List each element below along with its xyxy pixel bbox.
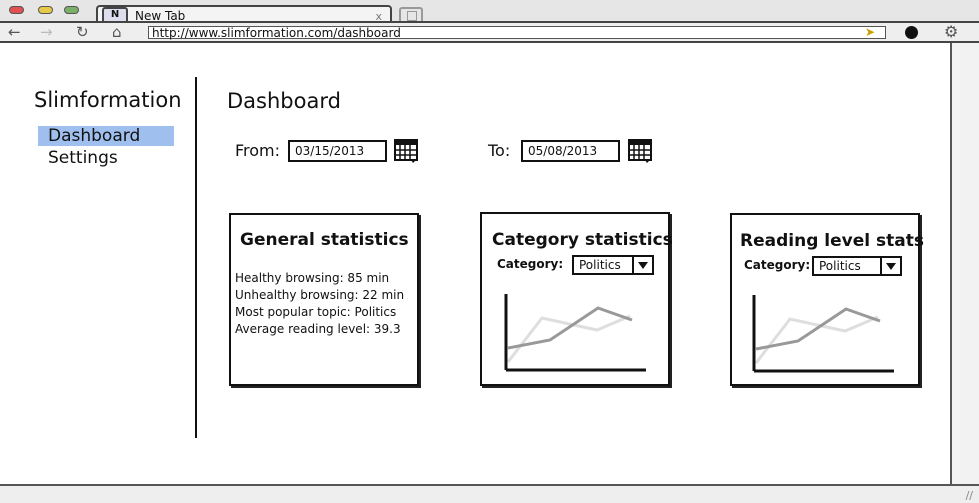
from-label: From: <box>235 141 281 160</box>
url-text: http://www.slimformation.com/dashboard <box>152 26 401 40</box>
extension-icon[interactable] <box>905 26 918 39</box>
forward-icon[interactable]: → <box>40 23 53 41</box>
reading-category-filter-label: Category: <box>744 258 811 272</box>
sidebar-item-dashboard[interactable]: Dashboard <box>38 126 174 146</box>
reading-category-select[interactable]: Politics <box>812 256 902 276</box>
stat-unhealthy-browsing: Unhealthy browsing: 22 min <box>235 288 405 302</box>
chevron-down-icon[interactable] <box>632 257 652 273</box>
minimize-window-button[interactable] <box>38 6 53 14</box>
reading-category-select-value: Politics <box>819 259 861 273</box>
sidebar-item-label: Dashboard <box>48 126 141 146</box>
home-icon[interactable]: ⌂ <box>112 23 122 41</box>
to-date-input[interactable]: 05/08/2013 <box>521 140 620 162</box>
category-filter-label: Category: <box>497 257 564 271</box>
chart-series-light <box>506 314 631 363</box>
vertical-scrollbar[interactable] <box>950 43 979 486</box>
panel-title: Reading level stats <box>740 231 924 251</box>
chart-series-dark <box>507 306 633 350</box>
category-select[interactable]: Politics <box>572 255 654 275</box>
stat-reading-level: Average reading level: 39.3 <box>235 322 401 336</box>
url-input[interactable]: http://www.slimformation.com/dashboard ➤ <box>148 26 886 40</box>
panel-title: Category statistics <box>492 230 673 250</box>
go-icon[interactable]: ➤ <box>865 26 875 39</box>
close-window-button[interactable] <box>9 6 24 14</box>
category-statistics-panel: Category statistics Category: Politics <box>480 212 673 386</box>
stat-healthy-browsing: Healthy browsing: 85 min <box>235 271 390 285</box>
back-icon[interactable]: ← <box>8 23 21 41</box>
chevron-down-icon[interactable] <box>880 258 900 274</box>
horizontal-scrollbar[interactable]: ∕∕ <box>0 484 979 503</box>
reading-level-stats-panel: Reading level stats Category: Politics <box>730 213 924 386</box>
general-statistics-panel: General statistics Healthy browsing: 85 … <box>229 213 419 386</box>
to-label: To: <box>488 141 511 160</box>
category-select-value: Politics <box>579 258 621 272</box>
stat-popular-topic: Most popular topic: Politics <box>235 305 397 319</box>
chart-series-dark <box>755 307 881 351</box>
to-calendar-icon[interactable] <box>628 139 652 163</box>
app-brand: Slimformation <box>34 88 182 112</box>
settings-gear-icon[interactable]: ⚙ <box>944 23 958 41</box>
sidebar-item-settings[interactable]: Settings <box>38 148 174 168</box>
category-line-chart <box>504 294 646 372</box>
from-date-input[interactable]: 03/15/2013 <box>288 140 387 162</box>
page-title: Dashboard <box>227 89 341 113</box>
maximize-window-button[interactable] <box>64 6 79 14</box>
from-calendar-icon[interactable] <box>394 139 418 163</box>
sidebar-item-label: Settings <box>48 148 118 168</box>
reload-icon[interactable]: ↻ <box>76 23 89 41</box>
reading-level-line-chart <box>752 295 894 373</box>
new-tab-button[interactable] <box>399 7 423 21</box>
sidebar-divider <box>195 77 197 438</box>
chart-series-light <box>754 315 879 364</box>
tab-bar: N New Tab x <box>0 0 979 25</box>
resize-grip-icon[interactable]: ∕∕ <box>966 489 973 502</box>
address-bar-row: ← → ↻ ⌂ http://www.slimformation.com/das… <box>0 23 979 43</box>
panel-title: General statistics <box>240 230 409 250</box>
